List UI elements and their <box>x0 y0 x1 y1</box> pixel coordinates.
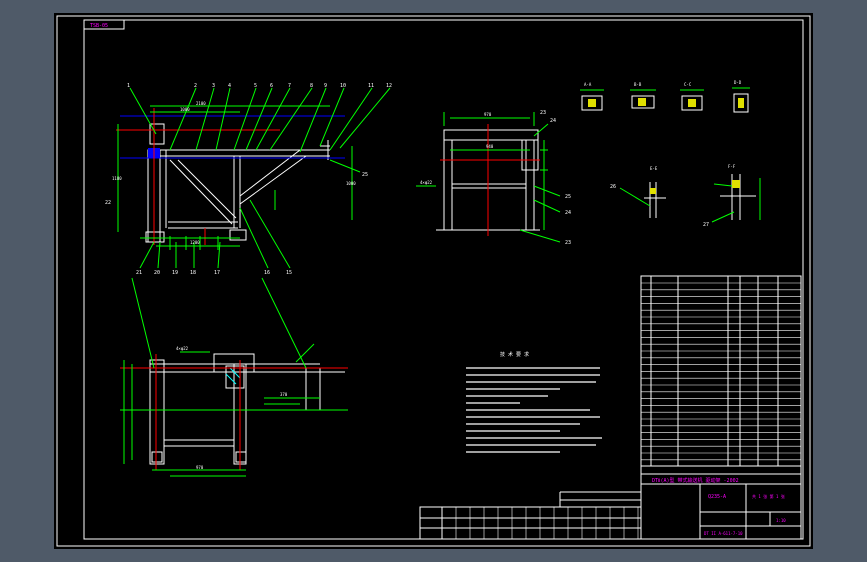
section-label-c: C-C <box>684 82 692 87</box>
svg-text:2100: 2100 <box>196 101 206 106</box>
balloon-7: 7 <box>288 83 291 89</box>
svg-text:1200: 1200 <box>190 240 200 245</box>
balloon-10: 10 <box>340 83 346 89</box>
title-scale: 1:10 <box>776 518 786 523</box>
balloon-25-side: 25 <box>362 172 368 178</box>
balloon-9: 9 <box>324 83 327 89</box>
svg-text:1000: 1000 <box>180 107 190 112</box>
title-code: DT II A-611-7-10 <box>704 531 743 536</box>
balloon-5: 5 <box>254 83 257 89</box>
svg-text:22: 22 <box>105 200 111 206</box>
section-label-f: F-F <box>728 164 736 169</box>
svg-text:370: 370 <box>280 392 288 397</box>
section-label-e: E-E <box>650 166 658 171</box>
balloon-6: 6 <box>270 83 273 89</box>
svg-text:26: 26 <box>610 184 616 190</box>
balloon-21: 21 <box>136 270 142 276</box>
corner-tag-text: TSB-05 <box>90 23 108 29</box>
title-sheet: 共 1 张 第 1 张 <box>752 493 785 499</box>
balloon-1: 1 <box>127 83 130 89</box>
technical-notes-title: 技 术 要 求 <box>500 351 529 358</box>
cad-drawing-canvas[interactable]: TSB-05 2100 1000 1180 1000 1200 22 970 9… <box>0 0 867 562</box>
balloon-8: 8 <box>310 83 313 89</box>
svg-text:25: 25 <box>565 194 571 200</box>
svg-text:1000: 1000 <box>346 181 356 186</box>
title-drawing-name: DTⅡ(A)型 带式输送机 驱动架 -2002 <box>652 477 739 484</box>
balloon-11: 11 <box>368 83 374 89</box>
svg-text:23: 23 <box>565 240 571 246</box>
svg-text:4×φ22: 4×φ22 <box>420 180 433 185</box>
balloons-bottom-group: 21 20 19 18 17 16 15 <box>136 270 292 276</box>
balloon-24-side: 24 <box>550 118 556 124</box>
svg-text:1180: 1180 <box>112 176 122 181</box>
section-label-b: B-B <box>634 82 642 87</box>
svg-text:4×φ22: 4×φ22 <box>176 346 189 351</box>
drawing-area-background <box>54 13 813 549</box>
balloon-19: 19 <box>172 270 178 276</box>
svg-text:970: 970 <box>484 112 492 117</box>
balloon-15: 15 <box>286 270 292 276</box>
svg-text:24: 24 <box>565 210 571 216</box>
balloon-4: 4 <box>228 83 231 89</box>
title-material: Q235-A <box>708 494 726 500</box>
svg-text:970: 970 <box>196 465 204 470</box>
balloon-2: 2 <box>194 83 197 89</box>
balloon-18: 18 <box>190 270 196 276</box>
balloon-17: 17 <box>214 270 220 276</box>
svg-text:940: 940 <box>486 144 494 149</box>
section-label-d: D-D <box>734 80 742 85</box>
section-label-a: A-A <box>584 82 592 87</box>
svg-text:27: 27 <box>703 222 709 228</box>
balloon-3: 3 <box>212 83 215 89</box>
balloon-16: 16 <box>264 270 270 276</box>
balloon-20: 20 <box>154 270 160 276</box>
balloon-12: 12 <box>386 83 392 89</box>
balloon-23-side: 23 <box>540 110 546 116</box>
